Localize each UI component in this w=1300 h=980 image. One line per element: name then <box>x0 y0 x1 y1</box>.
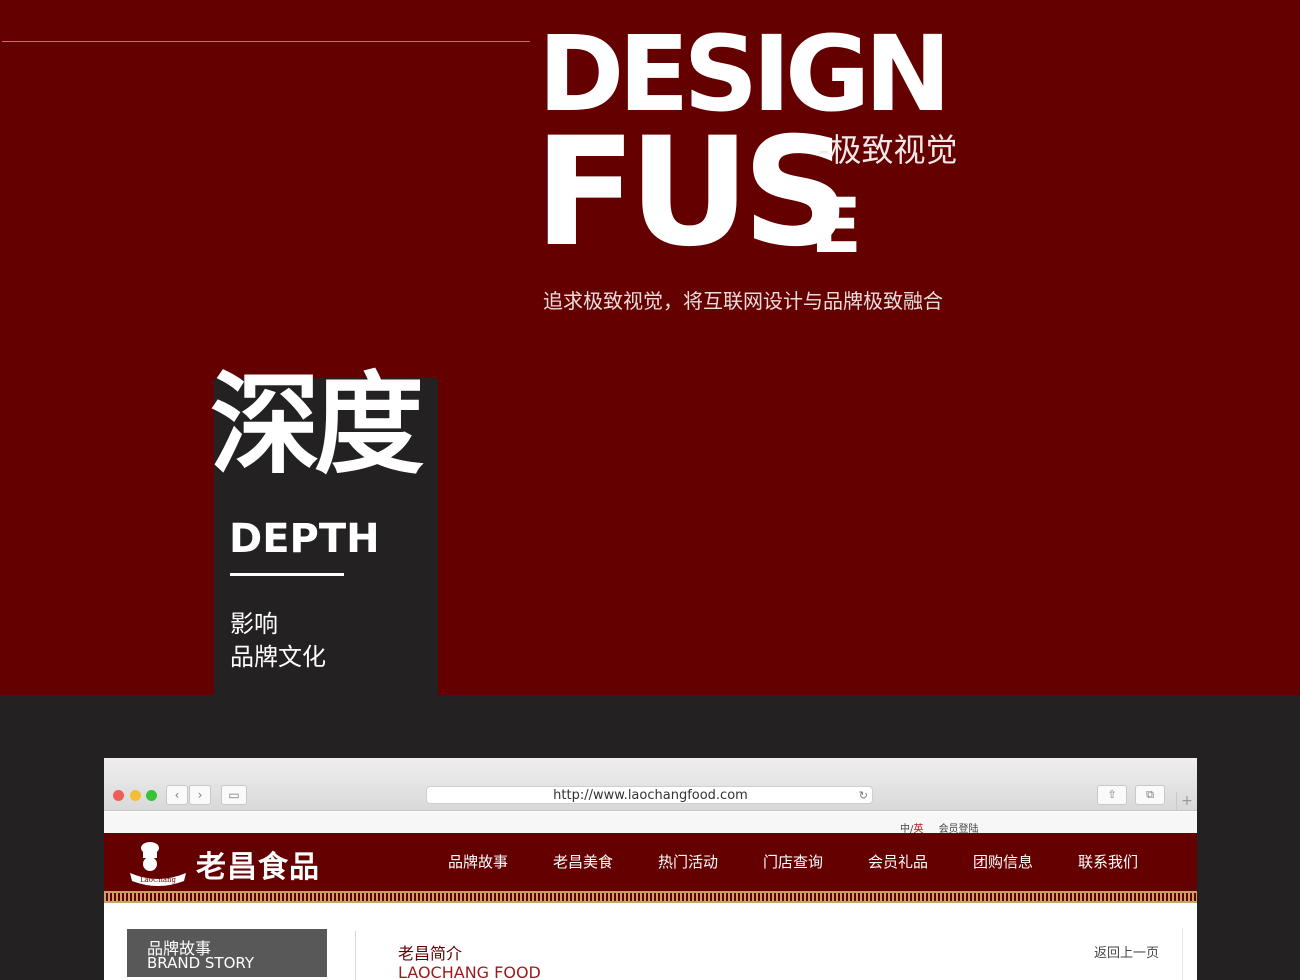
forward-button[interactable]: › <box>189 785 211 805</box>
nav-member-gifts[interactable]: 会员礼品 <box>868 833 973 891</box>
site-nav: 品牌故事 老昌美食 热门活动 门店查询 会员礼品 团购信息 联系我们 <box>448 833 1183 891</box>
back-button[interactable]: ‹ <box>166 785 188 805</box>
back-link[interactable]: 返回上一页 <box>1094 942 1159 961</box>
new-tab-button[interactable]: + <box>1176 792 1197 811</box>
hero-tagline: 追求极致视觉，将互联网设计与品牌极致融合 <box>543 289 943 313</box>
depth-line-1: 影响 <box>230 610 278 638</box>
nav-brand-story[interactable]: 品牌故事 <box>448 833 553 891</box>
nav-group-buy[interactable]: 团购信息 <box>973 833 1078 891</box>
site-top-strip: 中/英 会员登陆 <box>104 812 1197 835</box>
browser-toolbar: ‹ › ▭ http://www.laochangfood.com ↻ ⇧ ⧉ … <box>104 758 1197 811</box>
content-divider <box>355 931 356 980</box>
reload-icon[interactable]: ↻ <box>859 787 868 804</box>
logo-badge-text: LaoChang <box>140 876 177 884</box>
maximize-window-icon[interactable] <box>146 790 157 801</box>
nav-store-finder[interactable]: 门店查询 <box>763 833 868 891</box>
depth-rule <box>230 573 344 576</box>
hero-section: DESIGN FUS E -极致视觉 追求极致视觉，将互联网设计与品牌极致融合 <box>0 0 1300 695</box>
nav-food[interactable]: 老昌美食 <box>553 833 658 891</box>
hero-title-e: E <box>810 181 862 270</box>
close-window-icon[interactable] <box>113 790 124 801</box>
sidebar-title-en: BRAND STORY <box>147 954 255 972</box>
nav-contact[interactable]: 联系我们 <box>1078 833 1183 891</box>
hero-title-fus: FUS <box>534 106 850 280</box>
nav-events[interactable]: 热门活动 <box>658 833 763 891</box>
depth-en-title: DEPTH <box>229 516 380 562</box>
content-title: 老昌简介 <box>398 944 463 963</box>
share-icon[interactable]: ⇧ <box>1097 785 1127 805</box>
browser-window: ‹ › ▭ http://www.laochangfood.com ↻ ⇧ ⧉ … <box>104 758 1197 980</box>
site-header: LaoChang 老昌食品 品牌故事 老昌美食 热门活动 门店查询 会员礼品 团… <box>104 833 1197 891</box>
sidebar-header: 品牌故事 BRAND STORY <box>127 929 327 977</box>
hero-divider-line <box>2 41 530 42</box>
site-logo-text[interactable]: 老昌食品 <box>196 842 320 886</box>
content-right-edge <box>1182 928 1183 980</box>
minimize-window-icon[interactable] <box>130 790 141 801</box>
content-subtitle: LAOCHANG FOOD <box>398 963 541 980</box>
depth-line-2: 品牌文化 <box>230 643 326 671</box>
address-url: http://www.laochangfood.com <box>553 788 748 803</box>
tabs-overview-icon[interactable]: ⧉ <box>1135 785 1165 805</box>
hero-subtitle: -极致视觉 <box>818 131 958 169</box>
sidebar-toggle-icon[interactable]: ▭ <box>221 785 247 805</box>
chef-logo-icon[interactable]: LaoChang <box>128 839 188 887</box>
depth-cn-title: 深度 <box>210 361 424 489</box>
decorative-border <box>104 891 1197 903</box>
address-bar[interactable]: http://www.laochangfood.com ↻ <box>426 786 873 804</box>
